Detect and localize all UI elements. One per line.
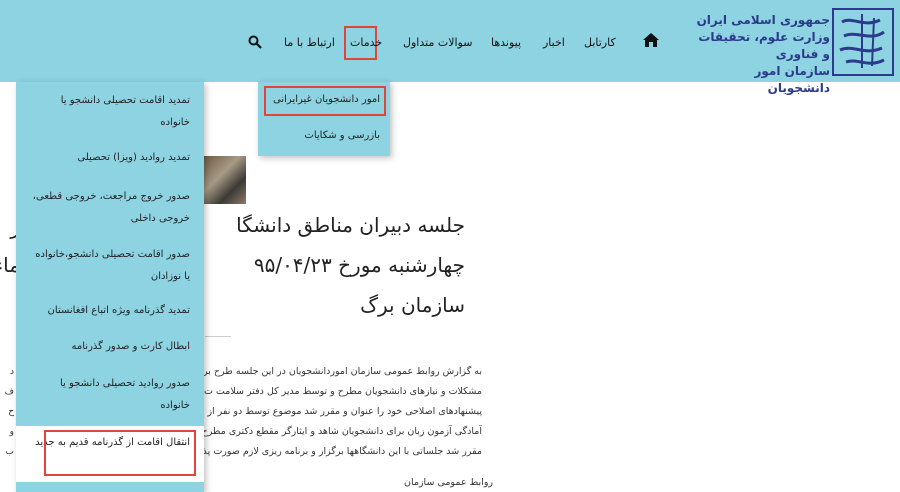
organization-name[interactable]: جمهوری اسلامی ایران وزارت علوم، تحقیقات … [690, 12, 830, 97]
divider [205, 336, 231, 337]
nav-services[interactable]: خدمات [350, 36, 382, 49]
left-body-frag: ب [5, 447, 14, 457]
left-article-body-fragment: د ف ح و ب [0, 362, 14, 462]
transfer-residence-highlight-box [44, 430, 196, 476]
article-headline[interactable]: جلسه دبیران مناطق دانشگا چهارشنبه مورخ ۹… [205, 205, 465, 325]
top-header: جمهوری اسلامی ایران وزارت علوم، تحقیقات … [0, 0, 900, 95]
nav-contact[interactable]: ارتباط با ما [284, 36, 335, 49]
logo-line-1: جمهوری اسلامی ایران [696, 13, 830, 27]
menu-item-non-iranian-students[interactable]: امور دانشجویان غیرایرانی [273, 94, 380, 105]
left-body-frag: د [9, 367, 14, 377]
search-button[interactable] [248, 35, 262, 52]
body-line: مقرر شد جلساتی با این دانشگاهها برگزار و… [204, 446, 482, 457]
submenu-item-exit-reentry[interactable]: صدور خروج مراجعت، خروجی قطعی، خروجی داخل… [16, 186, 204, 230]
body-line: آمادگی آزمون زبان برای دانشجویان شاهد و … [204, 426, 482, 437]
logo-emblem[interactable] [832, 8, 894, 76]
home-button[interactable] [642, 32, 660, 51]
submenu-item-issue-residence[interactable]: صدور اقامت تحصیلی دانشجو،خانواده یا نوزا… [16, 244, 204, 288]
body-line: به گزارش روابط عمومی سازمان اموردانشجویا… [204, 366, 482, 377]
body-line: پیشنهادهای اصلاحی خود را عنوان و مقرر شد… [207, 406, 482, 417]
submenu-item-afghan-passport[interactable]: تمدید گذرنامه ویژه اتباع افغانستان [16, 300, 204, 322]
article-body: به گزارش روابط عمومی سازمان اموردانشجویا… [204, 362, 482, 462]
nav-news[interactable]: اخبار [543, 36, 565, 49]
submenu-item-extend-visa[interactable]: تمدید روادید (ویزا) تحصیلی [16, 147, 204, 169]
body-line: مشکلات و نیازهای دانشجویان مطرح و توسط م… [204, 386, 482, 397]
headline-line-3: سازمان برگ [360, 293, 465, 317]
logo-line-2: وزارت علوم، تحقیقات و فناوری [698, 30, 830, 61]
submenu-item-issue-visa[interactable]: صدور روادید تحصیلی دانشجو یا خانواده [16, 373, 204, 417]
search-icon [248, 35, 262, 49]
left-body-frag: ف [4, 387, 14, 397]
logo-line-3: سازمان امور دانشجویان [754, 64, 830, 95]
non-iranian-students-submenu: تمدید اقامت تحصیلی دانشجو یا خانواده تمد… [16, 82, 204, 492]
menu-item-inspection-complaints[interactable]: بازرسی و شکایات [304, 130, 380, 141]
headline-line-1: جلسه دبیران مناطق دانشگا [236, 213, 465, 237]
services-dropdown: امور دانشجویان غیرایرانی بازرسی و شکایات [258, 82, 390, 156]
nav-faq[interactable]: سوالات متداول [403, 36, 472, 49]
calligraphy-logo-icon [839, 14, 885, 68]
nav-links[interactable]: پیوندها [491, 36, 521, 49]
article-author: روابط عمومی سازمان [404, 477, 493, 488]
submenu-item-extend-residence[interactable]: تمدید اقامت تحصیلی دانشجو یا خانواده [16, 90, 204, 134]
headline-line-2: چهارشنبه مورخ ۹۵/۰۴/۲۳ [253, 253, 465, 277]
article-thumbnail[interactable] [204, 156, 246, 204]
home-icon [643, 33, 659, 47]
nav-kartabl[interactable]: کارتابل [584, 36, 616, 49]
left-body-frag: و [9, 427, 14, 437]
submenu-item-card-cancel-passport[interactable]: ابطال کارت و صدور گذرنامه [16, 336, 204, 358]
left-body-frag: ح [8, 407, 14, 417]
